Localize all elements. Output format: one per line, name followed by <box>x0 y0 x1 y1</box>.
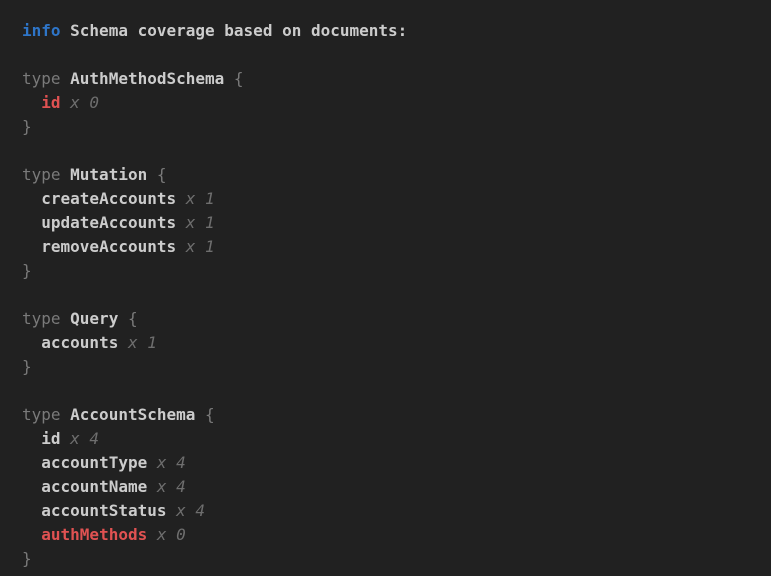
type-line-query: type Query { <box>22 307 763 331</box>
open-brace: { <box>234 67 244 91</box>
type-line-accountschema: type AccountSchema { <box>22 403 763 427</box>
field-count: 1 <box>205 235 215 259</box>
times-symbol: x <box>157 451 167 475</box>
field-name: id <box>41 427 60 451</box>
type-name: AuthMethodSchema <box>70 67 224 91</box>
field-line: authMethods x 0 <box>22 523 763 547</box>
field-count: 4 <box>89 427 99 451</box>
blank-line <box>22 283 763 307</box>
info-message: Schema coverage based on documents: <box>70 19 407 43</box>
open-brace: { <box>205 403 215 427</box>
field-name: updateAccounts <box>41 211 176 235</box>
type-name: Mutation <box>70 163 147 187</box>
field-line: accounts x 1 <box>22 331 763 355</box>
type-name: AccountSchema <box>70 403 195 427</box>
type-keyword: type <box>22 163 61 187</box>
times-symbol: x <box>157 475 167 499</box>
info-label: info <box>22 19 61 43</box>
field-line: createAccounts x 1 <box>22 187 763 211</box>
field-name: id <box>41 91 60 115</box>
field-name: authMethods <box>41 523 147 547</box>
info-line: info Schema coverage based on documents: <box>22 19 763 43</box>
times-symbol: x <box>128 331 138 355</box>
field-name: accountStatus <box>41 499 166 523</box>
type-name: Query <box>70 307 118 331</box>
field-count: 4 <box>195 499 205 523</box>
close-brace: } <box>22 355 32 379</box>
close-brace-line: } <box>22 355 763 379</box>
field-name: accounts <box>41 331 118 355</box>
type-keyword: type <box>22 67 61 91</box>
type-keyword: type <box>22 307 61 331</box>
close-brace: } <box>22 259 32 283</box>
type-line-authmethodschema: type AuthMethodSchema { <box>22 67 763 91</box>
field-count: 1 <box>205 187 215 211</box>
field-line: id x 4 <box>22 427 763 451</box>
terminal-output: info Schema coverage based on documents:… <box>0 0 771 576</box>
field-count: 1 <box>147 331 157 355</box>
field-count: 4 <box>176 475 186 499</box>
field-line: accountType x 4 <box>22 451 763 475</box>
field-line: accountName x 4 <box>22 475 763 499</box>
times-symbol: x <box>176 499 186 523</box>
field-line: removeAccounts x 1 <box>22 235 763 259</box>
field-name: createAccounts <box>41 187 176 211</box>
field-name: accountName <box>41 475 147 499</box>
field-name: accountType <box>41 451 147 475</box>
open-brace: { <box>128 307 138 331</box>
close-brace: } <box>22 547 32 571</box>
field-line: updateAccounts x 1 <box>22 211 763 235</box>
blank-line <box>22 139 763 163</box>
blank-line <box>22 379 763 403</box>
field-count: 4 <box>176 451 186 475</box>
field-count: 0 <box>176 523 186 547</box>
times-symbol: x <box>157 523 167 547</box>
blank-line <box>22 43 763 67</box>
field-line: id x 0 <box>22 91 763 115</box>
times-symbol: x <box>186 235 196 259</box>
field-name: removeAccounts <box>41 235 176 259</box>
type-keyword: type <box>22 403 61 427</box>
field-count: 0 <box>89 91 99 115</box>
times-symbol: x <box>186 211 196 235</box>
field-line: accountStatus x 4 <box>22 499 763 523</box>
close-brace-line: } <box>22 259 763 283</box>
close-brace: } <box>22 115 32 139</box>
times-symbol: x <box>186 187 196 211</box>
open-brace: { <box>157 163 167 187</box>
close-brace-line: } <box>22 547 763 571</box>
close-brace-line: } <box>22 115 763 139</box>
times-symbol: x <box>70 427 80 451</box>
type-line-mutation: type Mutation { <box>22 163 763 187</box>
field-count: 1 <box>205 211 215 235</box>
times-symbol: x <box>70 91 80 115</box>
